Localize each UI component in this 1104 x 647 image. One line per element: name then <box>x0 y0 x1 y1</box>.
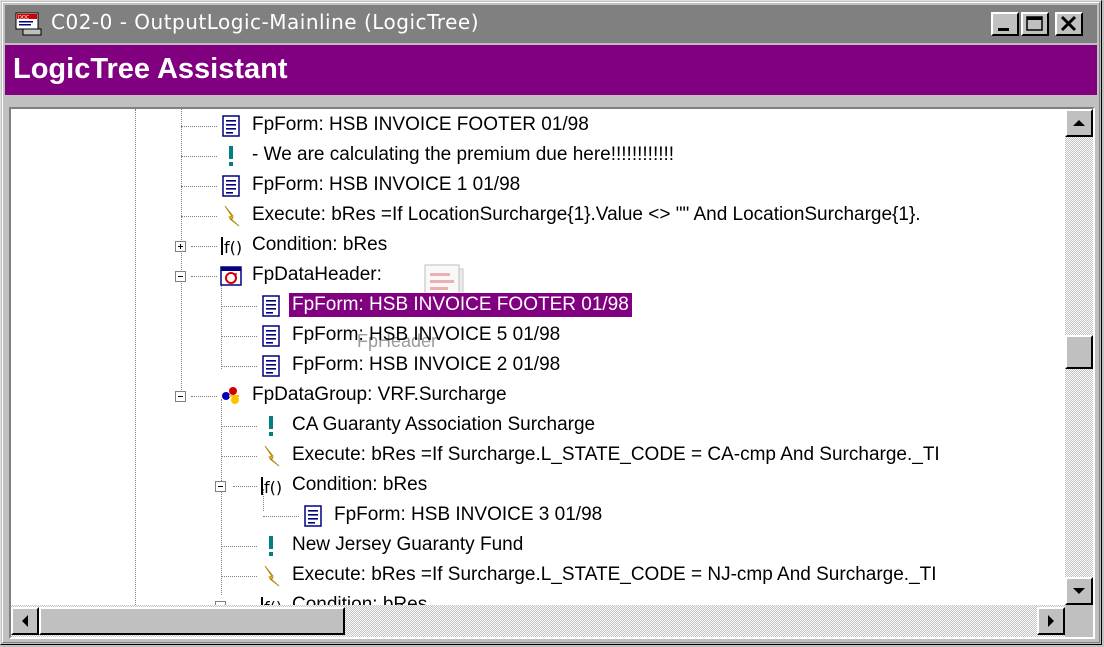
tree-connector <box>221 336 257 337</box>
arrow-up-icon <box>1073 120 1085 126</box>
scroll-down-button[interactable] <box>1065 577 1093 605</box>
tree-item-label[interactable]: FpDataHeader: <box>249 263 385 287</box>
tree-item-label[interactable]: FpForm: HSB INVOICE 3 01/98 <box>331 503 605 527</box>
tree-connector <box>263 516 299 517</box>
comment-icon <box>229 146 233 166</box>
form-icon <box>222 115 240 137</box>
maximize-icon <box>1026 16 1043 31</box>
tree-content[interactable]: FpHeader FpForm: HSB INVOICE FOOTER 01/9… <box>11 109 1065 605</box>
tree-item-label[interactable]: FpForm: HSB INVOICE FOOTER 01/98 <box>249 113 592 137</box>
scrollbar-corner <box>1065 605 1093 637</box>
tree-item-label[interactable]: FpForm: HSB INVOICE 1 01/98 <box>249 173 523 197</box>
arrow-down-icon <box>1073 588 1085 594</box>
assistant-header: LogicTree Assistant <box>5 45 1097 95</box>
arrow-right-icon <box>1048 615 1054 627</box>
tree-guide-line <box>221 279 222 369</box>
execute-icon <box>264 565 280 587</box>
tree-connector <box>181 216 217 217</box>
arrow-left-icon <box>22 615 28 627</box>
doc-app-icon: DOC <box>15 12 42 36</box>
svg-text:f(): f() <box>264 478 282 497</box>
assistant-title: LogicTree Assistant <box>13 53 288 85</box>
condition-icon: f() <box>261 477 282 497</box>
execute-icon <box>224 205 240 227</box>
expand-toggle[interactable] <box>175 241 186 252</box>
tree-connector <box>191 246 217 247</box>
close-button[interactable] <box>1055 12 1083 36</box>
tree-item-label[interactable]: New Jersey Guaranty Fund <box>289 533 526 557</box>
logic-tree-view[interactable]: FpHeader FpForm: HSB INVOICE FOOTER 01/9… <box>9 107 1095 639</box>
data-header-icon <box>220 266 242 286</box>
tree-item-label[interactable]: Condition: bRes <box>249 233 390 257</box>
tree-connector <box>221 426 257 427</box>
tree-item-label[interactable]: Execute: bRes =If LocationSurcharge{1}.V… <box>249 203 924 227</box>
form-icon <box>262 355 280 377</box>
title-bar[interactable]: DOC C02-0 - OutputLogic-Mainline (LogicT… <box>5 5 1097 43</box>
vertical-scrollbar[interactable] <box>1065 109 1093 605</box>
collapse-toggle[interactable] <box>175 391 186 402</box>
scroll-left-button[interactable] <box>11 607 39 635</box>
form-icon <box>262 325 280 347</box>
form-icon <box>262 295 280 317</box>
form-icon <box>304 505 322 527</box>
tree-connector <box>221 576 257 577</box>
tree-connector <box>181 126 217 127</box>
svg-text:f(): f() <box>264 598 282 605</box>
data-group-icon <box>222 387 239 404</box>
tree-connector <box>233 486 257 487</box>
comment-icon <box>269 416 273 436</box>
maximize-button[interactable] <box>1021 12 1049 36</box>
tree-item-label[interactable]: Execute: bRes =If Surcharge.L_STATE_CODE… <box>289 443 943 467</box>
vertical-scroll-thumb[interactable] <box>1065 335 1093 369</box>
tree-item-label[interactable]: CA Guaranty Association Surcharge <box>289 413 598 437</box>
minimize-button[interactable] <box>991 12 1019 36</box>
tree-guide-line <box>221 399 222 595</box>
horizontal-scroll-thumb[interactable] <box>39 607 345 635</box>
close-icon <box>1060 15 1077 32</box>
minimize-icon <box>998 28 1009 31</box>
tree-connector <box>191 396 217 397</box>
tree-item-label[interactable]: FpForm: HSB INVOICE 5 01/98 <box>289 323 563 347</box>
tree-connector <box>221 366 257 367</box>
tree-connector <box>221 546 257 547</box>
condition-icon: f() <box>261 597 282 605</box>
tree-item-label[interactable]: Execute: bRes =If Surcharge.L_STATE_CODE… <box>289 563 940 587</box>
collapse-toggle[interactable] <box>175 271 186 282</box>
tree-guide-line <box>181 109 182 398</box>
tree-item-label[interactable]: - We are calculating the premium due her… <box>249 143 677 167</box>
application-window: DOC C02-0 - OutputLogic-Mainline (LogicT… <box>0 0 1102 645</box>
svg-text:DOC: DOC <box>18 15 30 21</box>
tree-item-label[interactable]: Condition: bRes <box>289 593 430 605</box>
tree-item-label[interactable]: Condition: bRes <box>289 473 430 497</box>
window-title: C02-0 - OutputLogic-Mainline (LogicTree) <box>51 10 479 34</box>
tree-guide-line <box>135 109 136 605</box>
tree-item-label[interactable]: FpForm: HSB INVOICE FOOTER 01/98 <box>288 292 633 318</box>
comment-icon <box>269 536 273 556</box>
tree-connector <box>181 186 217 187</box>
tree-item-label[interactable]: FpDataGroup: VRF.Surcharge <box>249 383 510 407</box>
scroll-up-button[interactable] <box>1065 109 1093 137</box>
horizontal-scrollbar[interactable] <box>11 605 1065 637</box>
form-icon <box>222 175 240 197</box>
tree-connector <box>221 306 257 307</box>
tree-connector <box>181 156 217 157</box>
collapse-toggle[interactable] <box>215 481 226 492</box>
tree-connector <box>221 456 257 457</box>
execute-icon <box>264 445 280 467</box>
tree-item-label[interactable]: FpForm: HSB INVOICE 2 01/98 <box>289 353 563 377</box>
tree-connector <box>191 276 217 277</box>
condition-icon: f() <box>221 237 242 257</box>
svg-text:f(): f() <box>224 238 242 257</box>
scroll-right-button[interactable] <box>1037 607 1065 635</box>
